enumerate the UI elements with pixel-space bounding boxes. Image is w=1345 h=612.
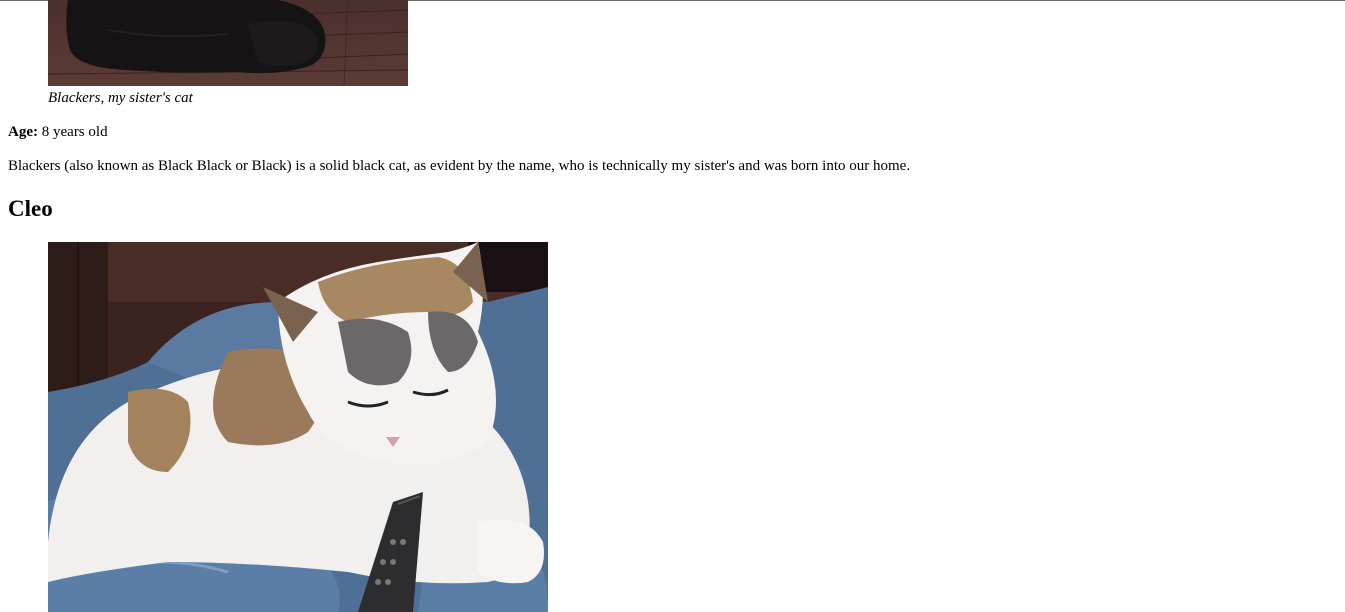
- cleo-photo: [48, 242, 548, 612]
- blackers-description: Blackers (also known as Black Black or B…: [8, 158, 911, 174]
- age-value: 8 years old: [41, 124, 108, 140]
- cleo-heading: Cleo: [8, 196, 53, 221]
- blackers-photo: [48, 0, 408, 86]
- blackers-age: Age: 8 years old: [8, 124, 108, 141]
- age-label: Age:: [8, 124, 38, 140]
- cleo-photo-figure: [48, 242, 548, 612]
- blackers-caption: Blackers, my sister's cat: [48, 90, 193, 106]
- blackers-photo-figure: [48, 0, 408, 86]
